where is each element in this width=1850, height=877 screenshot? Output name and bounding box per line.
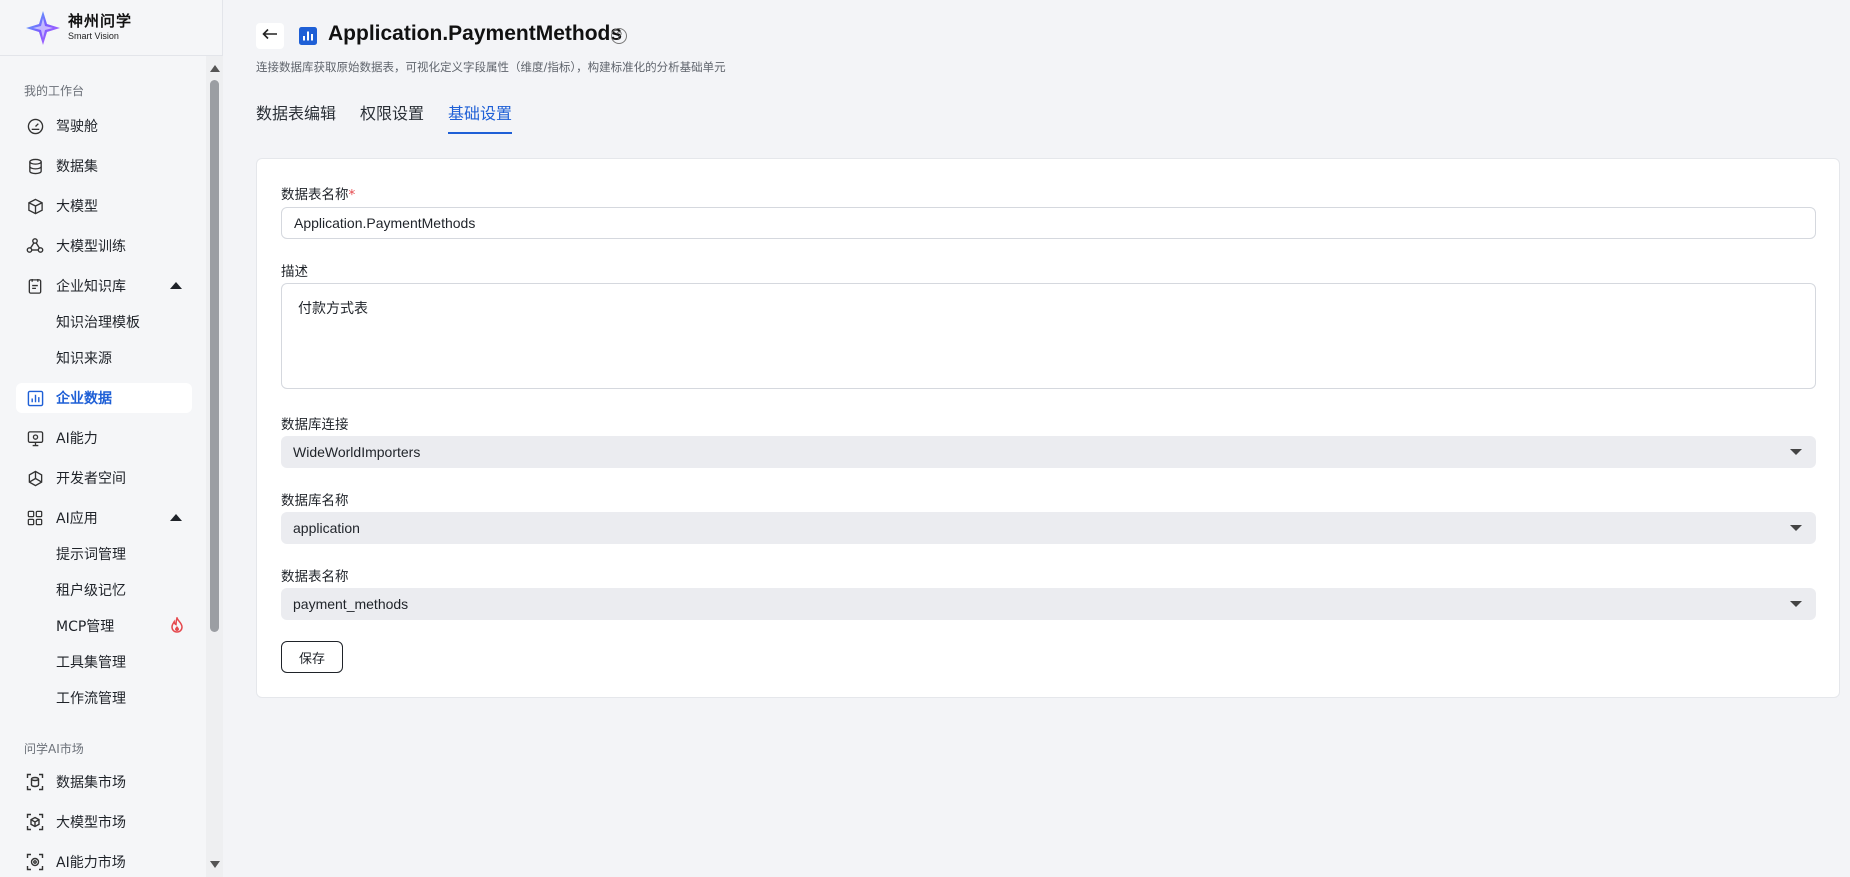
brand-logo[interactable]: 神州问学 Smart Vision	[0, 0, 222, 56]
sidebar-item-cockpit[interactable]: 驾驶舱	[16, 111, 192, 141]
db-connection-value: WideWorldImporters	[293, 444, 421, 460]
grid-icon	[26, 509, 44, 527]
sidebar-item-mcp-management[interactable]: MCP管理	[16, 611, 192, 641]
sidebar-item-label: 企业数据	[56, 391, 112, 407]
chevron-down-icon	[1790, 525, 1802, 531]
sidebar-item-label: 工作流管理	[56, 691, 126, 707]
sidebar-item-label: 驾驶舱	[56, 119, 98, 135]
main-content: Application.PaymentMethods ? 连接数据库获取原始数据…	[224, 0, 1850, 877]
tab-table-edit[interactable]: 数据表编辑	[256, 100, 336, 134]
chevron-down-icon	[1790, 449, 1802, 455]
db-table-label: 数据表名称	[281, 569, 349, 585]
sidebar-item-label: 大模型市场	[56, 815, 126, 831]
save-button[interactable]: 保存	[281, 641, 343, 673]
sidebar-item-knowledge-base[interactable]: 企业知识库	[16, 271, 192, 301]
tab-permissions[interactable]: 权限设置	[360, 100, 424, 134]
developer-icon	[26, 469, 44, 487]
tab-basic-settings[interactable]: 基础设置	[448, 100, 513, 134]
sidebar-item-label: 数据集市场	[56, 775, 126, 791]
monitor-icon	[26, 429, 44, 447]
db-connection-select[interactable]: WideWorldImporters	[281, 436, 1816, 468]
back-button[interactable]	[256, 23, 284, 49]
help-icon[interactable]: ?	[611, 28, 627, 44]
section-label-market: 问学AI市场	[24, 742, 84, 756]
sidebar-item-label: AI应用	[56, 511, 98, 527]
scroll-up-arrow-icon[interactable]	[210, 65, 220, 72]
dataset-market-icon	[26, 773, 44, 791]
section-label-workbench: 我的工作台	[24, 84, 85, 98]
page-title: Application.PaymentMethods	[328, 22, 623, 45]
db-name-label: 数据库名称	[281, 493, 349, 509]
sidebar-item-label: 大模型	[56, 199, 98, 215]
scrollbar-thumb[interactable]	[210, 80, 219, 632]
sidebar-item-label: 租户级记忆	[56, 583, 126, 599]
sidebar-item-label: AI能力	[56, 431, 98, 447]
sidebar-item-knowledge-template[interactable]: 知识治理模板	[16, 307, 192, 337]
chevron-down-icon	[1790, 601, 1802, 607]
collapse-caret-icon[interactable]	[170, 514, 182, 521]
sidebar-item-label: 知识来源	[56, 351, 112, 367]
scroll-down-arrow-icon[interactable]	[210, 861, 220, 868]
db-name-value: application	[293, 520, 360, 536]
sidebar-item-prompt-management[interactable]: 提示词管理	[16, 539, 192, 569]
sidebar: 神州问学 Smart Vision 我的工作台 驾驶舱 数据集 大模型 大模型训…	[0, 0, 223, 877]
sidebar-item-developer-space[interactable]: 开发者空间	[16, 463, 192, 493]
sidebar-item-label: 知识治理模板	[56, 315, 140, 331]
sidebar-item-llm-training[interactable]: 大模型训练	[16, 231, 192, 261]
sidebar-item-enterprise-data[interactable]: 企业数据	[16, 383, 192, 413]
db-connection-label: 数据库连接	[281, 417, 349, 433]
sidebar-item-label: 大模型训练	[56, 239, 126, 255]
sidebar-item-llm[interactable]: 大模型	[16, 191, 192, 221]
table-name-label: 数据表名称*	[281, 183, 355, 203]
sidebar-item-model-market[interactable]: 大模型市场	[16, 807, 192, 837]
collapse-caret-icon[interactable]	[170, 282, 182, 289]
database-icon	[26, 157, 44, 175]
db-name-select[interactable]: application	[281, 512, 1816, 544]
model-market-icon	[26, 813, 44, 831]
settings-form-card: 数据表名称* Application.PaymentMethods 描述 付款方…	[256, 158, 1840, 698]
db-table-value: payment_methods	[293, 596, 409, 612]
chart-icon	[26, 389, 44, 407]
required-mark: *	[348, 187, 356, 203]
sidebar-item-toolset-management[interactable]: 工具集管理	[16, 647, 192, 677]
gauge-icon	[26, 117, 44, 135]
sidebar-scrollbar[interactable]	[206, 56, 223, 877]
sidebar-item-label: 企业知识库	[56, 279, 126, 295]
training-icon	[26, 237, 44, 255]
arrow-left-icon	[262, 28, 278, 44]
brand-name: 神州问学	[68, 12, 133, 30]
description-label: 描述	[281, 264, 308, 280]
sidebar-item-dataset[interactable]: 数据集	[16, 151, 192, 181]
sidebar-item-dataset-market[interactable]: 数据集市场	[16, 767, 192, 797]
sidebar-item-label: 数据集	[56, 159, 98, 175]
brand-name-en: Smart Vision	[68, 31, 119, 41]
page-subtitle: 连接数据库获取原始数据表，可视化定义字段属性（维度/指标），构建标准化的分析基础…	[256, 60, 726, 74]
sidebar-item-label: 开发者空间	[56, 471, 126, 487]
table-name-input[interactable]: Application.PaymentMethods	[281, 207, 1816, 239]
sidebar-item-label: MCP管理	[56, 619, 115, 635]
sidebar-item-label: 提示词管理	[56, 547, 126, 563]
sidebar-item-ai-capability[interactable]: AI能力	[16, 423, 192, 453]
fire-icon	[170, 615, 184, 637]
db-table-select[interactable]: payment_methods	[281, 588, 1816, 620]
sidebar-nav: 我的工作台 驾驶舱 数据集 大模型 大模型训练 企业知识库 知识治理模板 知识来…	[0, 56, 206, 877]
cube-icon	[26, 197, 44, 215]
sidebar-item-ai-apps[interactable]: AI应用	[16, 503, 192, 533]
sidebar-item-knowledge-source[interactable]: 知识来源	[16, 343, 192, 373]
sidebar-item-label: 工具集管理	[56, 655, 126, 671]
sidebar-item-label: AI能力市场	[56, 855, 126, 871]
tab-bar: 数据表编辑 权限设置 基础设置	[256, 100, 536, 134]
logo-star-icon	[24, 9, 62, 47]
knowledge-icon	[26, 277, 44, 295]
ai-market-icon	[26, 853, 44, 871]
chart-icon	[299, 27, 317, 49]
description-textarea[interactable]: 付款方式表	[281, 283, 1816, 389]
table-name-label-text: 数据表名称	[281, 187, 349, 203]
sidebar-item-tenant-memory[interactable]: 租户级记忆	[16, 575, 192, 605]
sidebar-item-ai-market[interactable]: AI能力市场	[16, 847, 192, 877]
sidebar-item-workflow-management[interactable]: 工作流管理	[16, 683, 192, 713]
